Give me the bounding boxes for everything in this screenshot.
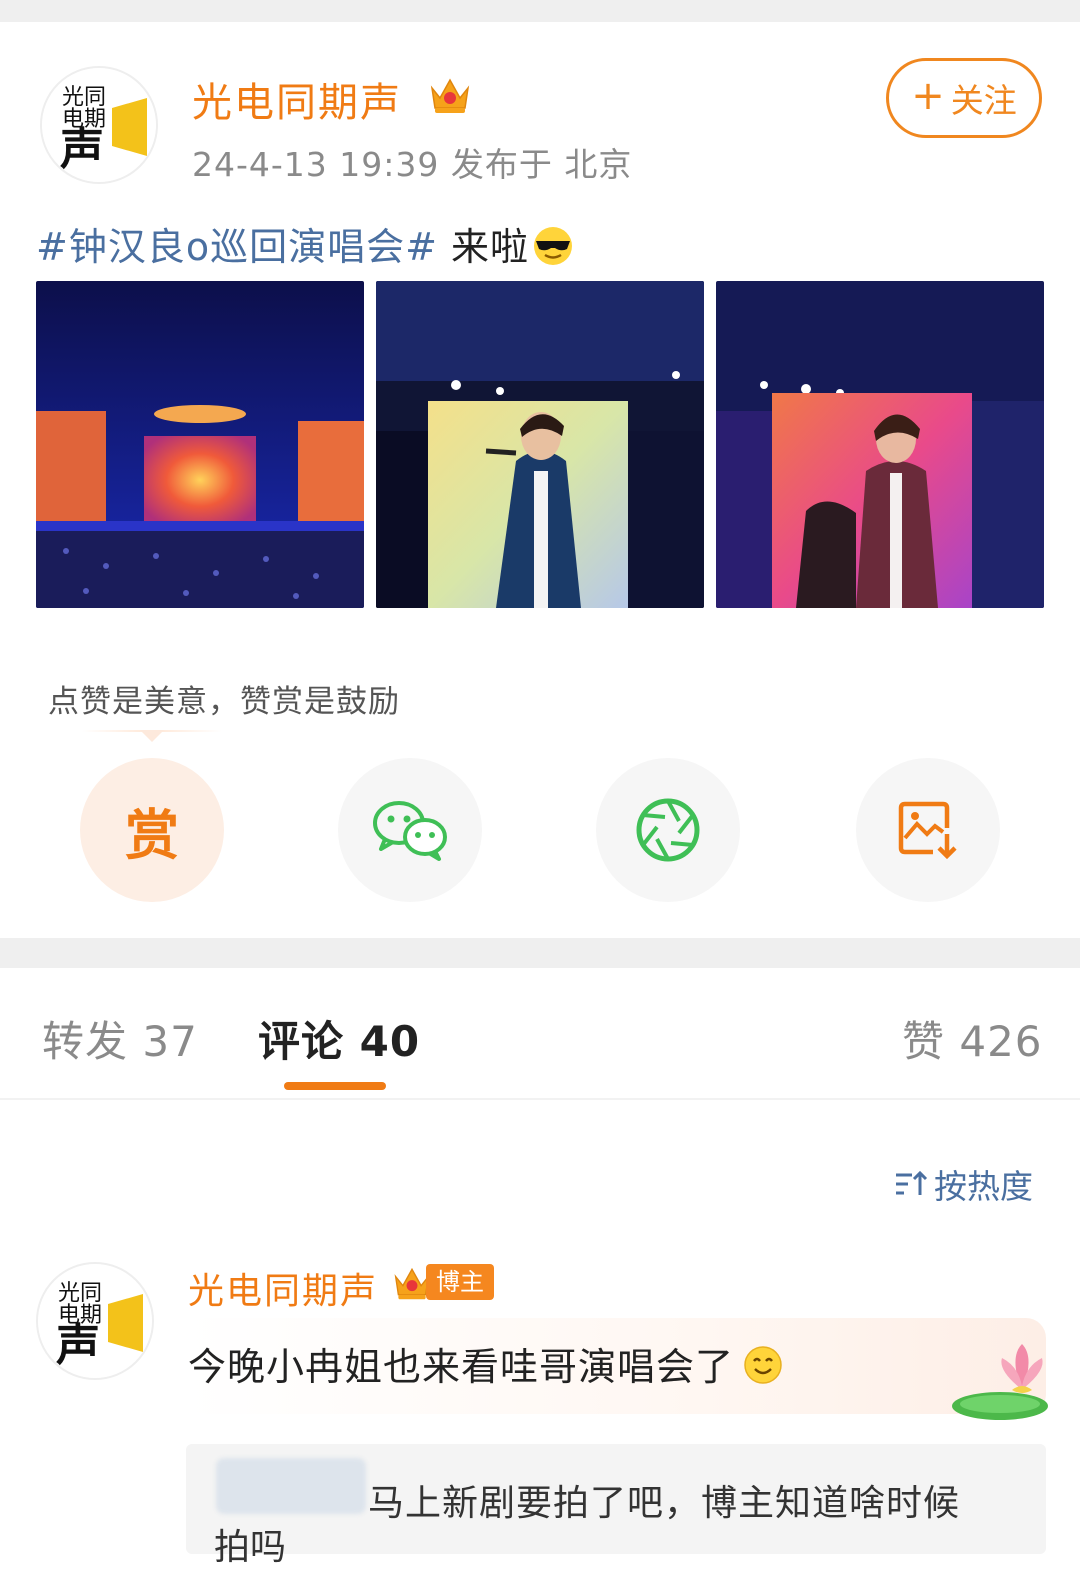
- plus-icon: +: [911, 73, 945, 119]
- tab-reposts[interactable]: 转发 37: [42, 1008, 198, 1069]
- reward-label: 赏: [125, 803, 179, 867]
- smile-emoji: [744, 1346, 782, 1384]
- section-separator: [0, 938, 1080, 968]
- reward-button[interactable]: 赏: [80, 758, 224, 902]
- tip-pointer: [140, 730, 164, 742]
- share-moments-button[interactable]: [596, 758, 740, 902]
- comment-body: 今晚小冉姐也来看哇哥演唱会了: [188, 1345, 735, 1389]
- post-author-name[interactable]: 光电同期声: [192, 70, 402, 128]
- save-image-button[interactable]: [856, 758, 1000, 902]
- sort-by-heat-button[interactable]: 按热度: [894, 1160, 1033, 1208]
- post-author-avatar[interactable]: 光同 电期 声: [40, 66, 158, 184]
- follow-button[interactable]: + 关注: [886, 58, 1042, 138]
- moments-icon: [636, 798, 700, 862]
- save-image-icon: [898, 801, 957, 860]
- post-photo-2[interactable]: [376, 281, 704, 608]
- sunglasses-emoji: [534, 227, 573, 265]
- commenter-name[interactable]: 光电同期声: [188, 1262, 378, 1314]
- post-photo-1[interactable]: [36, 281, 364, 608]
- tab-likes[interactable]: 赞 426: [902, 1008, 1043, 1069]
- commenter-avatar[interactable]: 光同 电期 声: [36, 1262, 154, 1380]
- reply-text-continuation: 拍吗: [214, 1527, 287, 1568]
- share-wechat-button[interactable]: [338, 758, 482, 902]
- active-tab-indicator: [284, 1082, 386, 1090]
- tabs-divider: [0, 1098, 1080, 1100]
- post-timestamp-location: 24-4-13 19:39 发布于 北京: [192, 145, 633, 184]
- top-divider-strip: [0, 0, 1080, 22]
- reward-tip: 点赞是美意，赞赏是鼓励: [48, 684, 400, 720]
- post-content: #钟汉良o巡回演唱会# 来啦: [36, 216, 575, 271]
- sort-label: 按热度: [934, 1167, 1033, 1206]
- reply-text: 马上新剧要拍了吧，博主知道啥时候: [368, 1483, 961, 1524]
- post-text: 来啦: [437, 225, 530, 269]
- svg-text:声: 声: [56, 1320, 100, 1371]
- sort-icon: [896, 1170, 928, 1195]
- tab-comments[interactable]: 评论 40: [258, 1008, 420, 1069]
- svg-text:声: 声: [60, 124, 104, 175]
- lotus-decoration: [952, 1344, 1048, 1420]
- post-photo-3[interactable]: [716, 281, 1044, 608]
- comment-text: 今晚小冉姐也来看哇哥演唱会了: [188, 1336, 784, 1391]
- reply-author-redacted: [216, 1458, 366, 1514]
- crown-icon: [430, 78, 470, 113]
- wechat-icon: [373, 801, 447, 861]
- hashtag-link[interactable]: #钟汉良o巡回演唱会#: [36, 225, 438, 269]
- blogger-badge: 博主: [426, 1264, 494, 1300]
- follow-label: 关注: [950, 81, 1017, 120]
